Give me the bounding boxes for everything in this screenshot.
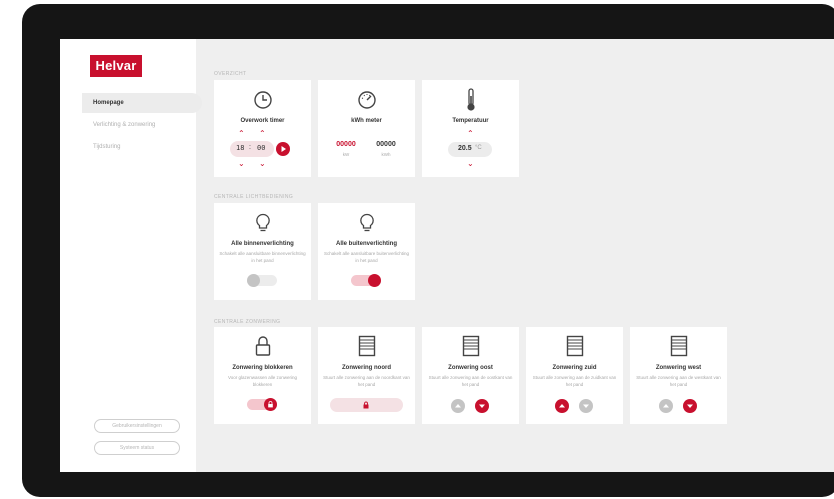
kwh-unit: kWh: [381, 152, 391, 157]
outdoor-lighting-desc: Schakelt alle aansluitbare buitenverlich…: [323, 251, 410, 263]
kwh-value: 00000: [376, 141, 396, 148]
sidebar: Helvar Homepage Verlichting & zonwering …: [60, 39, 202, 472]
arrow-down-icon: [687, 404, 693, 408]
lock-icon: [255, 336, 270, 356]
hours-down-button[interactable]: ⌄: [238, 160, 245, 168]
shading-north-title: Zonwering noord: [342, 365, 391, 371]
kwh-meter-card: kWh meter 00000 kW 00000 kWh: [318, 80, 415, 177]
shading-west-title: Zonwering west: [655, 365, 702, 371]
timer-minutes: 00: [257, 144, 266, 152]
blind-icon: [462, 335, 479, 357]
gauge-icon: [357, 91, 376, 109]
minutes-up-button[interactable]: ⌃: [259, 130, 266, 138]
temperature-value: 20.5: [458, 145, 472, 152]
indoor-lighting-desc: Schakelt alle aansluitbare binnenverlich…: [219, 251, 306, 263]
shading-south-up-button[interactable]: [555, 399, 569, 413]
timer-hours: 18: [236, 144, 245, 152]
blind-icon: [566, 335, 583, 357]
shading-south-down-button[interactable]: [579, 399, 593, 413]
system-status-button[interactable]: Systeem status: [94, 441, 180, 455]
shading-south-card: Zonwering zuid Stuurt alle zonwering aan…: [526, 327, 623, 424]
temperature-title: Temperatuur: [452, 118, 489, 124]
outdoor-lighting-toggle[interactable]: [351, 274, 381, 287]
lock-icon: [363, 401, 369, 409]
shading-north-desc: Stuurt alle zonwering aan de noordkant v…: [323, 375, 410, 387]
timer-separator: :: [249, 144, 251, 151]
shading-block-toggle[interactable]: [247, 398, 277, 411]
kw-unit: kW: [342, 152, 350, 157]
temperature-value-pill: 20.5 °C: [448, 142, 492, 157]
toggle-knob: [368, 274, 381, 287]
screen: Helvar Homepage Verlichting & zonwering …: [60, 39, 834, 472]
shading-block-title: Zonwering blokkeren: [232, 365, 293, 371]
arrow-down-icon: [583, 404, 589, 408]
section-title-overview: OVERZICHT: [214, 71, 247, 77]
outdoor-lighting-title: Alle buitenverlichting: [335, 241, 397, 247]
lock-icon: [268, 401, 273, 408]
blind-icon: [670, 335, 687, 357]
lightbulb-icon: [255, 213, 270, 232]
shading-east-card: Zonwering oost Stuurt alle zonwering aan…: [422, 327, 519, 424]
temperature-card: Temperatuur ⌃ 20.5 °C ⌄: [422, 80, 519, 177]
shading-north-locked-indicator: [330, 398, 403, 412]
temperature-unit: °C: [475, 145, 482, 151]
overwork-timer-card: Overwork timer ⌃ ⌃ 18 : 00 ⌄ ⌄: [214, 80, 311, 177]
shading-west-desc: Stuurt alle zonwering aan de westkant va…: [636, 375, 721, 387]
timer-value-pill: 18 : 00: [230, 141, 274, 157]
sidebar-item-scheduling[interactable]: Tijdsturing: [82, 137, 202, 157]
shading-west-down-button[interactable]: [683, 399, 697, 413]
overwork-timer-title: Overwork timer: [240, 118, 285, 124]
arrow-up-icon: [455, 404, 461, 408]
clock-icon: [253, 91, 272, 109]
shading-west-card: Zonwering west Stuurt alle zonwering aan…: [630, 327, 727, 424]
shading-west-up-button[interactable]: [659, 399, 673, 413]
play-icon: [281, 146, 286, 152]
minutes-down-button[interactable]: ⌄: [259, 160, 266, 168]
shading-east-title: Zonwering oost: [448, 365, 493, 371]
shading-block-card: Zonwering blokkeren Voor glazenwassen al…: [214, 327, 311, 424]
shading-north-card: Zonwering noord Stuurt alle zonwering aa…: [318, 327, 415, 424]
sidebar-item-homepage[interactable]: Homepage: [82, 93, 202, 113]
indoor-lighting-title: Alle binnenverlichting: [231, 241, 294, 247]
toggle-knob: [264, 398, 277, 411]
section-title-shading: CENTRALE ZONWERING: [214, 319, 281, 325]
shading-south-title: Zonwering zuid: [552, 365, 597, 371]
lightbulb-icon: [359, 213, 374, 232]
hours-up-button[interactable]: ⌃: [238, 130, 245, 138]
temperature-up-button[interactable]: ⌃: [467, 130, 474, 138]
section-title-lighting: CENTRALE LICHTBEDIENING: [214, 194, 294, 200]
sidebar-nav: Homepage Verlichting & zonwering Tijdstu…: [82, 93, 202, 159]
user-settings-button[interactable]: Gebruikersinstellingen: [94, 419, 180, 433]
arrow-up-icon: [559, 404, 565, 408]
indoor-lighting-toggle[interactable]: [247, 274, 277, 287]
thermometer-icon: [466, 88, 475, 111]
shading-block-desc: Voor glazenwassen alle zonwering blokker…: [227, 375, 298, 387]
toggle-knob: [247, 274, 260, 287]
sidebar-item-lighting-shading[interactable]: Verlichting & zonwering: [82, 115, 202, 135]
timer-play-button[interactable]: [276, 142, 290, 156]
blind-icon: [358, 335, 375, 357]
arrow-down-icon: [479, 404, 485, 408]
helvar-logo: Helvar: [90, 55, 142, 77]
outdoor-lighting-card: Alle buitenverlichting Schakelt alle aan…: [318, 203, 415, 300]
shading-east-down-button[interactable]: [475, 399, 489, 413]
indoor-lighting-card: Alle binnenverlichting Schakelt alle aan…: [214, 203, 311, 300]
main-content: OVERZICHT Overwork timer ⌃ ⌃ 18 : 00 ⌄ ⌄…: [196, 39, 834, 472]
shading-east-desc: Stuurt alle zonwering aan de oostkant va…: [428, 375, 513, 387]
arrow-up-icon: [663, 404, 669, 408]
shading-east-up-button[interactable]: [451, 399, 465, 413]
kw-value: 00000: [336, 141, 356, 148]
shading-south-desc: Stuurt alle zonwering aan de zuidkant va…: [532, 375, 617, 387]
device-frame: Helvar Homepage Verlichting & zonwering …: [22, 4, 834, 497]
kwh-meter-title: kWh meter: [351, 118, 382, 124]
temperature-down-button[interactable]: ⌄: [467, 160, 474, 168]
